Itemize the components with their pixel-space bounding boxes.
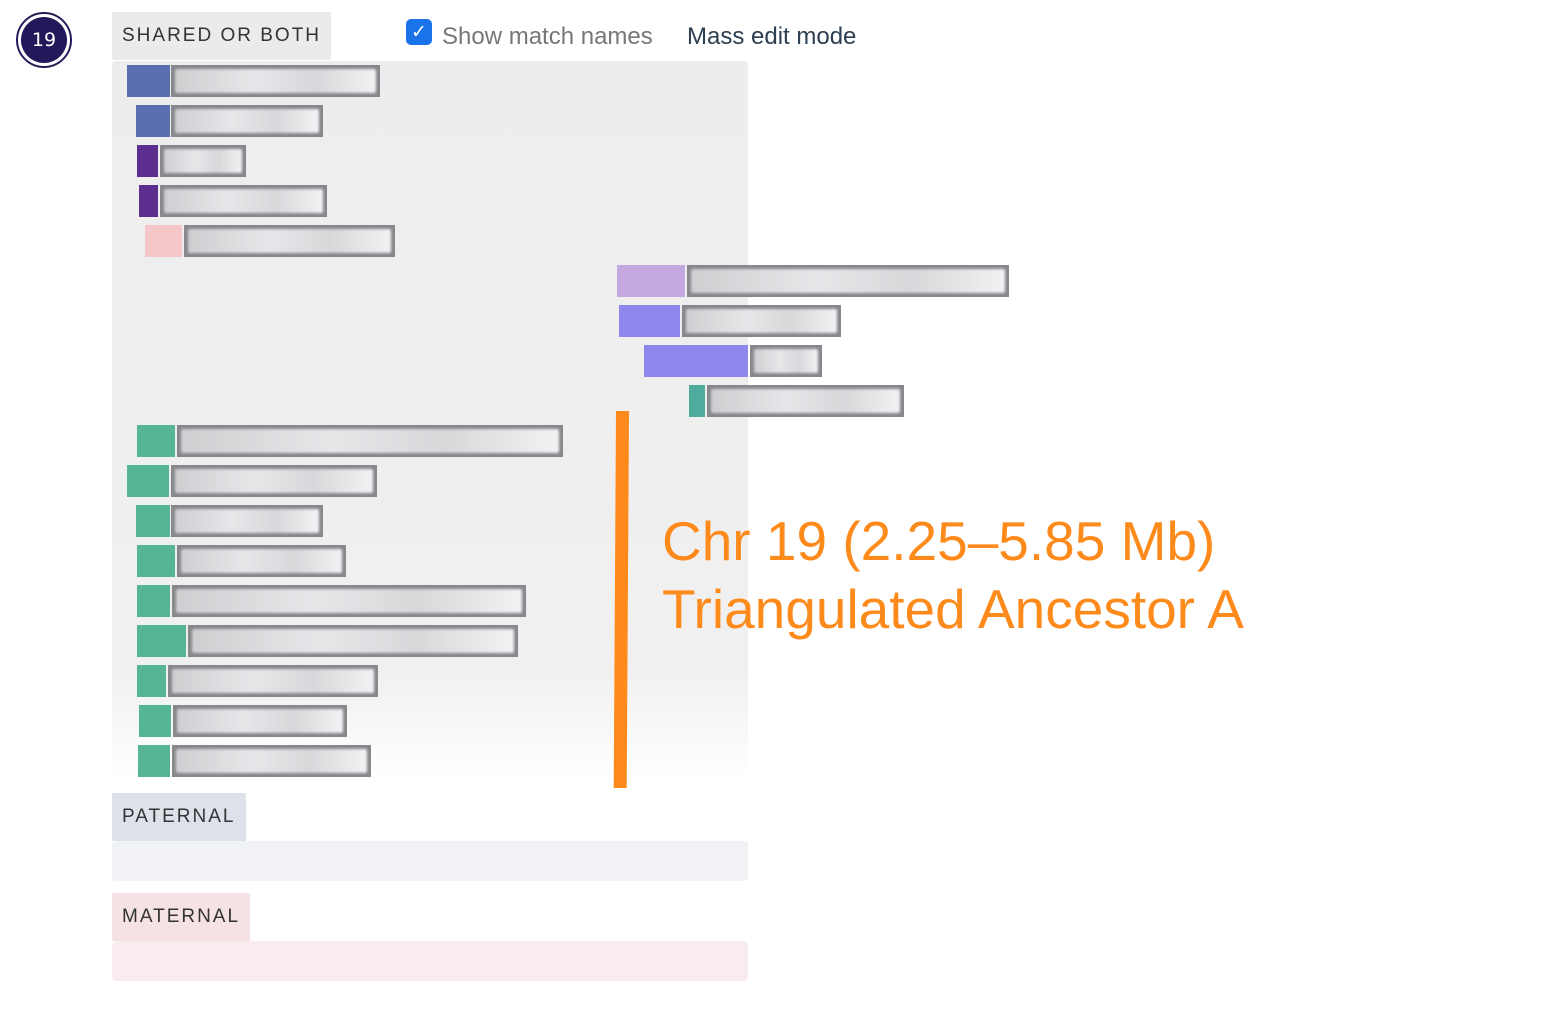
blurred-match-name: [192, 629, 514, 653]
match-name-box[interactable]: [171, 65, 380, 97]
show-match-names-checkbox[interactable]: ✓: [406, 19, 432, 45]
match-segment[interactable]: [127, 465, 169, 497]
match-name-box[interactable]: [184, 225, 395, 257]
blurred-match-name: [175, 509, 319, 533]
blurred-match-name: [164, 149, 242, 173]
checkmark-icon: ✓: [411, 21, 427, 43]
blurred-match-name: [177, 709, 343, 733]
match-name-box[interactable]: [160, 145, 246, 177]
match-name-box[interactable]: [177, 425, 563, 457]
match-segment[interactable]: [617, 265, 685, 297]
annotation-line-1: Chr 19 (2.25–5.85 Mb): [662, 510, 1216, 572]
triangulation-marker-line: [613, 410, 629, 789]
blurred-match-name: [175, 69, 376, 93]
match-segment[interactable]: [145, 225, 182, 257]
blurred-match-name: [754, 349, 818, 373]
match-segment[interactable]: [689, 385, 705, 417]
maternal-segments-panel: [112, 941, 748, 981]
chromosome-number: 19: [21, 17, 67, 63]
blurred-match-name: [181, 429, 559, 453]
blurred-match-name: [175, 109, 319, 133]
blurred-match-name: [711, 389, 900, 413]
match-name-box[interactable]: [171, 505, 323, 537]
match-segment[interactable]: [127, 65, 170, 97]
match-name-box[interactable]: [173, 705, 347, 737]
match-name-box[interactable]: [750, 345, 822, 377]
paternal-segments-panel: [112, 841, 748, 881]
match-segment[interactable]: [136, 505, 170, 537]
blurred-match-name: [691, 269, 1005, 293]
section-label-maternal: MATERNAL: [112, 893, 251, 941]
blurred-match-name: [188, 229, 391, 253]
match-segment[interactable]: [137, 425, 175, 457]
mass-edit-mode-link[interactable]: Mass edit mode: [687, 23, 856, 51]
match-name-box[interactable]: [707, 385, 904, 417]
match-name-box[interactable]: [682, 305, 841, 337]
match-name-box[interactable]: [177, 545, 346, 577]
blurred-match-name: [181, 549, 342, 573]
match-segment[interactable]: [138, 745, 170, 777]
show-match-names-label[interactable]: Show match names: [442, 23, 653, 51]
match-segment[interactable]: [137, 545, 175, 577]
section-label-shared: SHARED OR BOTH: [112, 12, 332, 60]
match-name-box[interactable]: [172, 585, 526, 617]
match-name-box[interactable]: [188, 625, 518, 657]
blurred-match-name: [172, 669, 374, 693]
annotation-line-2: Triangulated Ancestor A: [662, 578, 1244, 640]
match-name-box[interactable]: [172, 745, 371, 777]
match-name-box[interactable]: [168, 665, 378, 697]
match-segment[interactable]: [137, 665, 166, 697]
match-segment[interactable]: [137, 625, 186, 657]
match-segment[interactable]: [137, 585, 170, 617]
blurred-match-name: [164, 189, 323, 213]
match-name-box[interactable]: [687, 265, 1009, 297]
blurred-match-name: [686, 309, 837, 333]
blurred-match-name: [176, 589, 522, 613]
blurred-match-name: [175, 469, 373, 493]
chromosome-badge[interactable]: 19: [16, 12, 72, 68]
match-name-box[interactable]: [171, 465, 377, 497]
section-label-paternal: PATERNAL: [112, 793, 246, 841]
match-segment[interactable]: [644, 345, 748, 377]
match-segment[interactable]: [139, 705, 171, 737]
match-segment[interactable]: [136, 105, 170, 137]
blurred-match-name: [176, 749, 367, 773]
match-segment[interactable]: [619, 305, 680, 337]
match-name-box[interactable]: [160, 185, 327, 217]
match-segment[interactable]: [137, 145, 158, 177]
match-name-box[interactable]: [171, 105, 323, 137]
match-segment[interactable]: [139, 185, 158, 217]
